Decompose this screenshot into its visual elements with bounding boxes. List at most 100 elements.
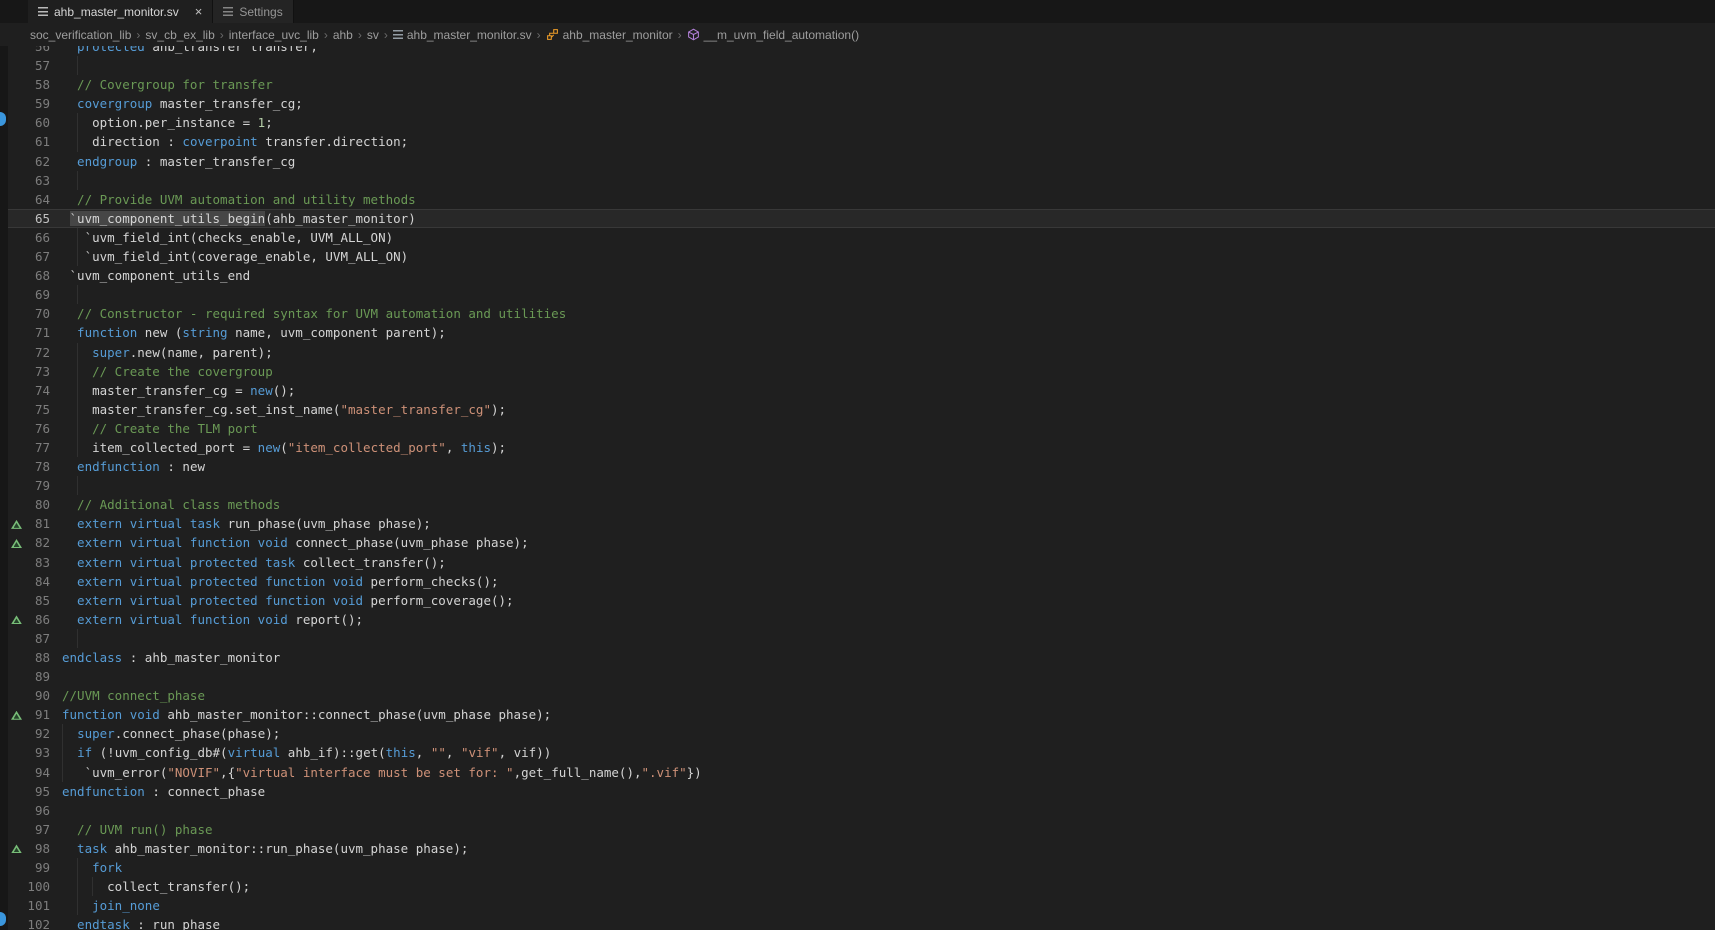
code-line[interactable]: 66 `uvm_field_int(checks_enable, UVM_ALL… bbox=[0, 228, 1715, 247]
line-number[interactable]: 59 bbox=[8, 94, 50, 113]
line-number[interactable]: 66 bbox=[8, 228, 50, 247]
line-number[interactable]: 84 bbox=[8, 572, 50, 591]
line-number[interactable]: 63 bbox=[8, 171, 50, 190]
line-number[interactable]: 80 bbox=[8, 495, 50, 514]
line-number[interactable]: 64 bbox=[8, 190, 50, 209]
line-number[interactable]: 68 bbox=[8, 266, 50, 285]
code-line[interactable]: 102 endtask : run_phase bbox=[0, 915, 1715, 930]
breadcrumb-item-ahb[interactable]: ahb bbox=[333, 28, 353, 42]
line-number[interactable]: 82 bbox=[8, 533, 50, 552]
code-line[interactable]: 58 // Covergroup for transfer bbox=[0, 75, 1715, 94]
line-number[interactable]: 97 bbox=[8, 820, 50, 839]
code-line[interactable]: 94 `uvm_error("NOVIF",{"virtual interfac… bbox=[0, 763, 1715, 782]
breadcrumb-item-interface-uvc-lib[interactable]: interface_uvc_lib bbox=[229, 28, 319, 42]
line-number[interactable]: 81 bbox=[8, 514, 50, 533]
line-number[interactable]: 57 bbox=[8, 56, 50, 75]
code-line[interactable]: 63 bbox=[0, 171, 1715, 190]
code-line[interactable]: 76 // Create the TLM port bbox=[0, 419, 1715, 438]
code-line[interactable]: 97 // UVM run() phase bbox=[0, 820, 1715, 839]
line-number[interactable]: 56 bbox=[8, 46, 50, 56]
line-number[interactable]: 88 bbox=[8, 648, 50, 667]
line-number[interactable]: 87 bbox=[8, 629, 50, 648]
line-number[interactable]: 83 bbox=[8, 553, 50, 572]
line-number[interactable]: 101 bbox=[8, 896, 50, 915]
line-number[interactable]: 76 bbox=[8, 419, 50, 438]
code-line[interactable]: 85 extern virtual protected function voi… bbox=[0, 591, 1715, 610]
line-number[interactable]: 99 bbox=[8, 858, 50, 877]
line-number[interactable]: 79 bbox=[8, 476, 50, 495]
code-line[interactable]: 56 protected ahb_transfer transfer; bbox=[0, 46, 1715, 56]
code-line[interactable]: 89 bbox=[0, 667, 1715, 686]
tab-ahb-master-monitor-sv[interactable]: ahb_master_monitor.sv× bbox=[28, 0, 213, 23]
code-line[interactable]: 74 master_transfer_cg = new(); bbox=[0, 381, 1715, 400]
line-number[interactable]: 71 bbox=[8, 323, 50, 342]
line-number[interactable]: 102 bbox=[8, 915, 50, 930]
code-line[interactable]: 57 bbox=[0, 56, 1715, 75]
code-editor[interactable]: 56 protected ahb_transfer transfer;5758 … bbox=[0, 46, 1715, 930]
code-line[interactable]: 88endclass : ahb_master_monitor bbox=[0, 648, 1715, 667]
code-line[interactable]: 80 // Additional class methods bbox=[0, 495, 1715, 514]
breadcrumb-item-sv-cb-ex-lib[interactable]: sv_cb_ex_lib bbox=[145, 28, 214, 42]
code-line[interactable]: 62 endgroup : master_transfer_cg bbox=[0, 152, 1715, 171]
code-line[interactable]: 61 direction : coverpoint transfer.direc… bbox=[0, 132, 1715, 151]
line-number[interactable]: 92 bbox=[8, 724, 50, 743]
breadcrumb-item--m-uvm-field-automation-[interactable]: __m_uvm_field_automation() bbox=[687, 28, 859, 42]
line-number[interactable]: 72 bbox=[8, 343, 50, 362]
code-line[interactable]: 73 // Create the covergroup bbox=[0, 362, 1715, 381]
line-number[interactable]: 61 bbox=[8, 132, 50, 151]
code-line[interactable]: 100 collect_transfer(); bbox=[0, 877, 1715, 896]
close-icon[interactable]: × bbox=[195, 5, 203, 18]
code-line[interactable]: 72 super.new(name, parent); bbox=[0, 343, 1715, 362]
code-line[interactable]: 95endfunction : connect_phase bbox=[0, 782, 1715, 801]
code-line[interactable]: 71 function new (string name, uvm_compon… bbox=[0, 323, 1715, 342]
line-number[interactable]: 77 bbox=[8, 438, 50, 457]
code-line[interactable]: 93 if (!uvm_config_db#(virtual ahb_if)::… bbox=[0, 743, 1715, 762]
line-number[interactable]: 67 bbox=[8, 247, 50, 266]
code-line[interactable]: 77 item_collected_port = new("item_colle… bbox=[0, 438, 1715, 457]
line-number[interactable]: 74 bbox=[8, 381, 50, 400]
code-line[interactable]: 101 join_none bbox=[0, 896, 1715, 915]
code-line[interactable]: 59 covergroup master_transfer_cg; bbox=[0, 94, 1715, 113]
code-line[interactable]: 67 `uvm_field_int(coverage_enable, UVM_A… bbox=[0, 247, 1715, 266]
code-line[interactable]: 78 endfunction : new bbox=[0, 457, 1715, 476]
line-number[interactable]: 94 bbox=[8, 763, 50, 782]
tab-settings[interactable]: Settings bbox=[213, 0, 293, 23]
line-number[interactable]: 78 bbox=[8, 457, 50, 476]
line-number[interactable]: 98 bbox=[8, 839, 50, 858]
breadcrumb-item-sv[interactable]: sv bbox=[367, 28, 379, 42]
line-number[interactable]: 65 bbox=[8, 209, 50, 228]
line-number[interactable]: 58 bbox=[8, 75, 50, 94]
code-line[interactable]: 83 extern virtual protected task collect… bbox=[0, 553, 1715, 572]
line-number[interactable]: 86 bbox=[8, 610, 50, 629]
line-number[interactable]: 60 bbox=[8, 113, 50, 132]
code-line[interactable]: 90//UVM connect_phase bbox=[0, 686, 1715, 705]
code-line[interactable]: 91function void ahb_master_monitor::conn… bbox=[0, 705, 1715, 724]
line-number[interactable]: 96 bbox=[8, 801, 50, 820]
code-line[interactable]: 70 // Constructor - required syntax for … bbox=[0, 304, 1715, 323]
code-line[interactable]: 99 fork bbox=[0, 858, 1715, 877]
line-number[interactable]: 69 bbox=[8, 285, 50, 304]
code-line[interactable]: 64 // Provide UVM automation and utility… bbox=[0, 190, 1715, 209]
line-number[interactable]: 89 bbox=[8, 667, 50, 686]
line-number[interactable]: 90 bbox=[8, 686, 50, 705]
code-line[interactable]: 68 `uvm_component_utils_end bbox=[0, 266, 1715, 285]
line-number[interactable]: 95 bbox=[8, 782, 50, 801]
code-line[interactable]: 87 bbox=[0, 629, 1715, 648]
code-line[interactable]: 96 bbox=[0, 801, 1715, 820]
code-line[interactable]: 69 bbox=[0, 285, 1715, 304]
code-line[interactable]: 84 extern virtual protected function voi… bbox=[0, 572, 1715, 591]
line-number[interactable]: 85 bbox=[8, 591, 50, 610]
code-line[interactable]: 60 option.per_instance = 1; bbox=[0, 113, 1715, 132]
code-line[interactable]: 86 extern virtual function void report()… bbox=[0, 610, 1715, 629]
line-number[interactable]: 62 bbox=[8, 152, 50, 171]
line-number[interactable]: 100 bbox=[8, 877, 50, 896]
code-line[interactable]: 79 bbox=[0, 476, 1715, 495]
breadcrumb-item-ahb-master-monitor-sv[interactable]: ahb_master_monitor.sv bbox=[393, 28, 532, 42]
line-number[interactable]: 93 bbox=[8, 743, 50, 762]
line-number[interactable]: 70 bbox=[8, 304, 50, 323]
breadcrumb-item-ahb-master-monitor[interactable]: ahb_master_monitor bbox=[546, 28, 673, 42]
line-number[interactable]: 75 bbox=[8, 400, 50, 419]
line-number[interactable]: 73 bbox=[8, 362, 50, 381]
code-line[interactable]: 65 `uvm_component_utils_begin(ahb_master… bbox=[0, 209, 1715, 228]
code-line[interactable]: 92 super.connect_phase(phase); bbox=[0, 724, 1715, 743]
